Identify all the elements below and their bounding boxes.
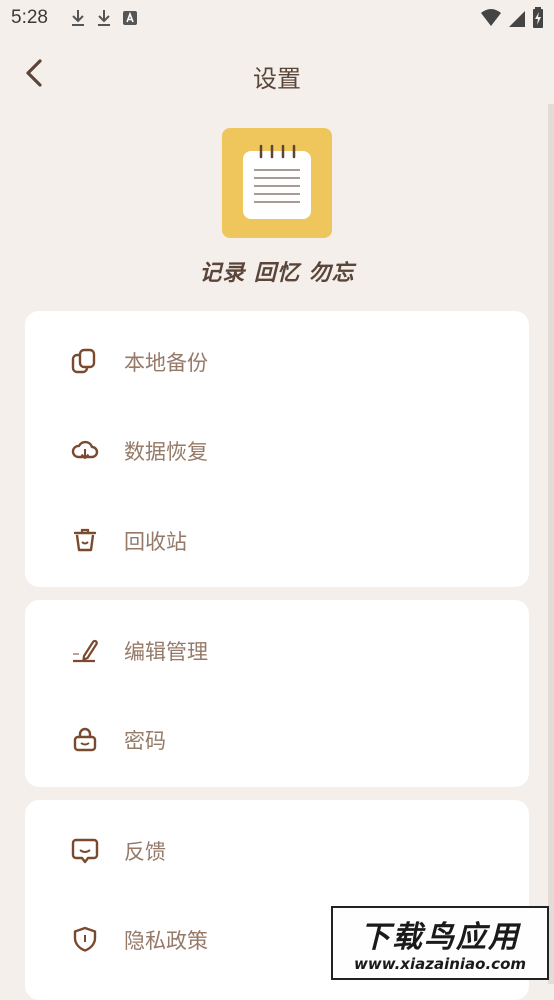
wifi-icon: [481, 9, 501, 26]
data-restore-item[interactable]: 数据恢复: [25, 419, 529, 479]
scrollbar[interactable]: [548, 104, 554, 984]
copy-icon: [71, 348, 96, 374]
trash-icon: [73, 528, 97, 552]
local-backup-label: 本地备份: [124, 351, 208, 375]
app-logo: [222, 128, 332, 238]
local-backup-item[interactable]: 本地备份: [25, 330, 529, 390]
app-bar: 设置: [0, 48, 554, 100]
system-icons: [480, 7, 544, 29]
download-icon: [98, 10, 110, 26]
data-restore-label: 数据恢复: [124, 440, 208, 464]
chat-icon: [71, 838, 99, 864]
edit-management-label: 编辑管理: [124, 640, 208, 664]
battery-icon: [533, 7, 543, 28]
watermark-title: 下载鸟应用: [360, 920, 520, 955]
edit-management-item[interactable]: 编辑管理: [25, 619, 529, 679]
shield-icon: [73, 926, 97, 952]
settings-group-edit: 编辑管理 密码: [25, 600, 529, 787]
font-app-icon: [123, 11, 137, 25]
password-label: 密码: [124, 729, 166, 753]
feedback-item[interactable]: 反馈: [25, 819, 529, 879]
cloud-icon: [71, 440, 99, 460]
lock-icon: [73, 727, 97, 752]
signal-icon: [509, 11, 525, 27]
settings-group-data: 本地备份 数据恢复 回收站: [25, 311, 529, 587]
app-tagline: 记录 回忆 勿忘: [199, 261, 355, 286]
pen-icon: [73, 639, 98, 663]
download-icon: [72, 10, 84, 26]
recycle-bin-item[interactable]: 回收站: [25, 509, 529, 569]
status-time: 5:28: [11, 7, 48, 28]
status-bar: 5:28: [0, 0, 554, 36]
recycle-bin-label: 回收站: [124, 530, 187, 554]
feedback-label: 反馈: [124, 840, 166, 864]
password-item[interactable]: 密码: [25, 708, 529, 768]
privacy-policy-label: 隐私政策: [124, 929, 208, 953]
page-title: 设置: [253, 65, 301, 93]
watermark-url: www.xiazainiao.com: [353, 955, 527, 973]
watermark-logo: 下载鸟应用 www.xiazainiao.com: [331, 906, 549, 980]
notepad-icon: [243, 144, 311, 219]
notification-icons: [70, 8, 138, 28]
